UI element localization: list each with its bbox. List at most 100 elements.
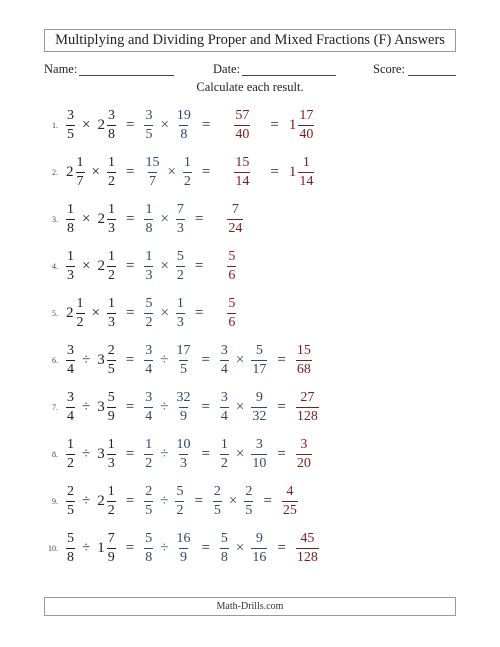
- footer-brand: Math-Drills.com: [44, 597, 456, 616]
- equals-sign: =: [277, 398, 286, 415]
- problem-segment: 1 3 × 2 1 2: [64, 248, 118, 283]
- fraction: 17 5: [175, 343, 191, 377]
- equals-sign: =: [277, 351, 286, 368]
- numerator: 10: [176, 436, 191, 452]
- multiply-sign: ×: [167, 163, 176, 180]
- equals-sign: =: [125, 445, 135, 462]
- denominator: 2: [219, 453, 229, 471]
- problem-segment: 3 4 ÷ 3 2 5: [64, 343, 118, 377]
- fraction: 35: [66, 108, 75, 142]
- numerator: 3: [145, 107, 153, 123]
- problem-number: 6.: [52, 356, 58, 365]
- divide-sign: ÷: [160, 351, 169, 368]
- multiply-sign: ×: [91, 304, 100, 321]
- numerator: 1: [107, 154, 115, 170]
- score-field-line[interactable]: [408, 75, 456, 76]
- answer-segment: 3 20: [294, 436, 314, 471]
- fraction: 13: [106, 296, 116, 330]
- numerator: 16: [176, 530, 191, 546]
- problem-number: 4.: [52, 262, 58, 271]
- denominator: 5: [178, 359, 188, 377]
- problem-segment: 3 4 ÷ 3 5 9: [64, 389, 118, 424]
- numerator: 4: [286, 483, 294, 499]
- problem-row: 1. 3 5 × 2 3 8 = 3 5 × 19 8 = 57 40 = 1 17 40: [0, 105, 500, 145]
- step-segment: 3 4 ÷ 17 5: [142, 343, 193, 377]
- answer-segment: 4 25: [280, 483, 300, 518]
- denominator: 4: [144, 359, 154, 377]
- fraction: 3 10: [251, 437, 268, 471]
- problem-segment: 1 2 ÷ 3 1 3: [64, 437, 118, 471]
- numerator: 3: [67, 389, 74, 405]
- equals-sign: =: [277, 539, 286, 556]
- fraction: 18: [66, 201, 75, 236]
- equals-sign: =: [194, 257, 204, 274]
- multiply-sign: ×: [82, 257, 91, 274]
- equals-sign: =: [194, 210, 204, 227]
- denominator: 2: [144, 312, 154, 330]
- denominator: 2: [106, 265, 116, 283]
- denominator: 25: [281, 500, 298, 518]
- multiply-sign: ×: [235, 398, 245, 415]
- divide-sign: ÷: [160, 539, 169, 556]
- numerator: 1: [107, 201, 115, 217]
- numerator: 1: [67, 201, 74, 217]
- denominator: 9: [106, 547, 116, 565]
- numerator: 15: [296, 342, 311, 358]
- problem-expression: 3 5 × 2 3 8 = 3 5 × 19 8 = 57 40 = 1 17 40: [64, 105, 316, 145]
- denominator: 16: [251, 547, 268, 565]
- denominator: 8: [66, 218, 75, 236]
- divide-sign: ÷: [160, 398, 169, 415]
- equals-sign: =: [201, 398, 210, 415]
- denominator: 3: [175, 218, 185, 236]
- equals-sign: =: [194, 492, 203, 509]
- whole-number: 3: [97, 398, 105, 415]
- multiply-sign: ×: [91, 163, 100, 180]
- divide-sign: ÷: [82, 539, 91, 556]
- problem-expression: 2 1 7 × 1 2 = 15 7 × 1 2 = 15 14 = 1 1 14: [64, 152, 316, 192]
- numerator: 7: [231, 201, 239, 217]
- divide-sign: ÷: [82, 492, 91, 509]
- denominator: 3: [106, 453, 116, 471]
- denominator: 2: [106, 171, 116, 189]
- denominator: 14: [298, 171, 315, 189]
- divide-sign: ÷: [82, 351, 91, 368]
- date-field-line[interactable]: [242, 75, 336, 76]
- fraction: 15 68: [295, 342, 312, 377]
- fraction: 17 40: [298, 108, 315, 142]
- numerator: 9: [255, 389, 263, 405]
- numerator: 3: [220, 342, 228, 358]
- equals-sign: =: [125, 304, 135, 321]
- multiply-sign: ×: [160, 257, 169, 274]
- numerator: 5: [107, 389, 115, 405]
- problem-number: 10.: [48, 544, 58, 553]
- answer-segment: 15 14: [232, 155, 252, 189]
- numerator: 3: [300, 436, 308, 452]
- step2-segment: 2 5 × 2 5: [211, 484, 255, 518]
- equals-sign: =: [125, 163, 135, 180]
- fraction: 9 16: [251, 531, 268, 565]
- denominator: 4: [219, 406, 229, 424]
- denominator: 3: [106, 312, 116, 330]
- denominator: 2: [106, 500, 116, 518]
- fraction: 13: [175, 296, 185, 330]
- numerator: 5: [228, 295, 236, 311]
- numerator: 57: [235, 107, 250, 123]
- problem-row: 6. 3 4 ÷ 3 2 5 = 3 4 ÷ 17 5 = 3 4 × 5 17 = 15 68: [0, 340, 500, 380]
- fraction: 34: [219, 390, 229, 424]
- denominator: 2: [175, 500, 185, 518]
- fraction: 9 32: [251, 389, 268, 424]
- step-segment: 15 7 × 1 2: [142, 155, 193, 189]
- fraction: 58: [66, 531, 75, 565]
- multiply-sign: ×: [82, 116, 91, 133]
- fraction: 25: [144, 484, 154, 518]
- problem-row: 9. 2 5 ÷ 2 1 2 = 2 5 ÷ 5 2 = 2 5 × 2 5 = 4 25: [0, 481, 500, 521]
- denominator: 128: [295, 406, 319, 424]
- fraction: 12: [106, 484, 116, 518]
- fraction: 17: [75, 155, 85, 189]
- denominator: 2: [182, 171, 192, 189]
- whole-number: 2: [66, 163, 74, 180]
- numerator: 45: [300, 530, 315, 546]
- numerator: 1: [107, 248, 115, 264]
- equals-sign: =: [201, 116, 211, 133]
- name-field-line[interactable]: [79, 75, 174, 76]
